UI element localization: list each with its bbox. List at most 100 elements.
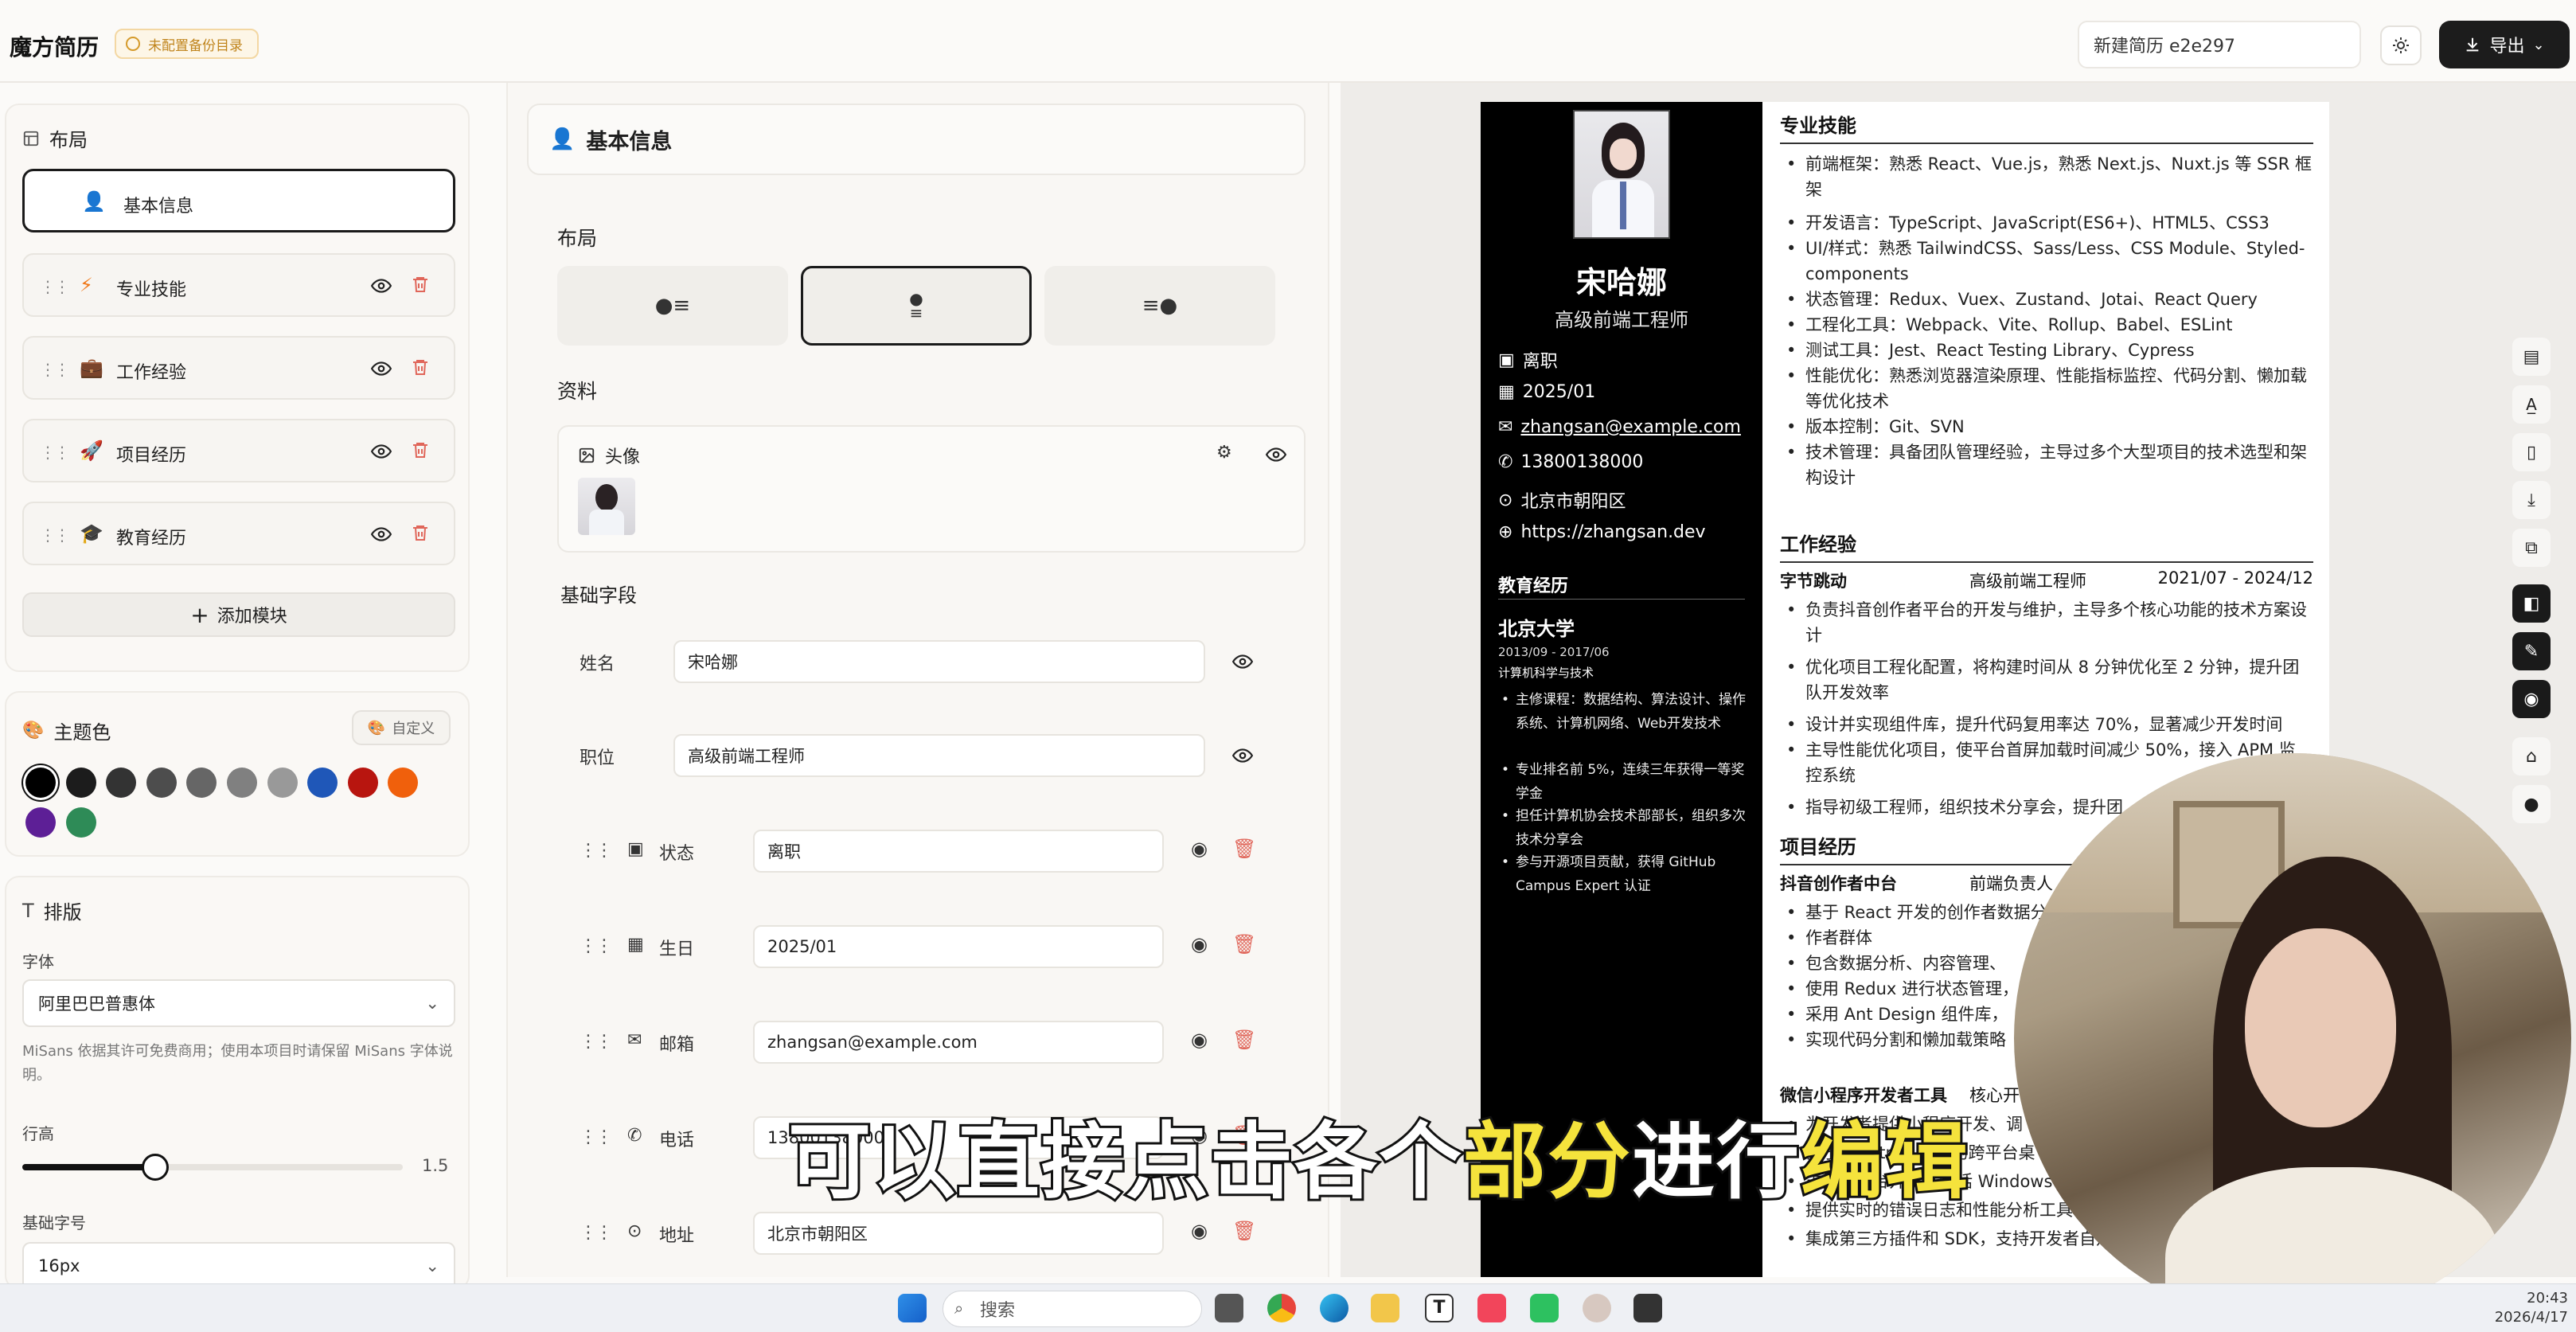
extra-field-input[interactable]: zhangsan@example.com — [753, 1021, 1164, 1064]
eye-icon[interactable]: ◉ — [1191, 1220, 1208, 1242]
color-swatch[interactable] — [146, 768, 177, 798]
layout-option-center[interactable]: ● ≡ — [801, 266, 1032, 346]
trash-icon[interactable] — [411, 439, 430, 460]
terminal-icon[interactable] — [1633, 1294, 1662, 1322]
export-button[interactable]: 导出 ⌄ — [2439, 21, 2570, 68]
wechat-icon[interactable] — [1530, 1294, 1559, 1322]
bullet-item[interactable]: 参与开源项目贡献，获得 GitHub Campus Expert 认证 — [1501, 850, 1754, 898]
resume-email[interactable]: ✉ zhangsan@example.com — [1498, 417, 1741, 437]
eye-icon[interactable] — [371, 275, 392, 296]
resume-photo[interactable] — [1573, 110, 1670, 239]
adjust-icon[interactable]: ⚙ — [1216, 443, 1232, 463]
resume-edu-title[interactable]: 教育经历 — [1498, 572, 1568, 597]
module-item-education[interactable]: ⋮⋮ 🎓 教育经历 — [22, 502, 455, 565]
start-windows-icon[interactable] — [898, 1294, 927, 1322]
color-swatch[interactable] — [65, 768, 96, 798]
extra-field-input[interactable]: 2025/01 — [753, 925, 1164, 968]
layout-option-left[interactable]: ●≡ — [557, 266, 788, 346]
bullet-item[interactable]: 担任计算机协会技术部部长，组织多次技术分享会 — [1501, 804, 1754, 852]
eye-icon[interactable]: ◉ — [1191, 1029, 1208, 1051]
trash-icon[interactable]: 🗑 — [1232, 838, 1256, 860]
bullet-item[interactable]: 优化项目工程化配置，将构建时间从 8 分钟优化至 2 分钟，提升团队开发效率 — [1786, 654, 2312, 705]
bullet-item[interactable]: 开发语言：TypeScript、JavaScript(ES6+)、HTML5、C… — [1786, 210, 2312, 236]
bullet-item[interactable]: 状态管理：Redux、Vuex、Zustand、Jotai、React Quer… — [1786, 287, 2312, 312]
name-input[interactable]: 宋哈娜 — [673, 640, 1205, 683]
toolbar-document-button[interactable]: ▯ — [2512, 433, 2551, 471]
resume-status[interactable]: ▣ 离职 — [1498, 347, 1558, 373]
drag-handle-icon[interactable]: ⋮⋮ — [40, 443, 70, 462]
trash-icon[interactable] — [411, 522, 430, 543]
color-swatch[interactable] — [307, 768, 338, 798]
backup-warning-badge[interactable]: 未配置备份目录 — [115, 29, 259, 59]
taskbar-clock[interactable]: 20:43 2026/4/17 — [2485, 1289, 2568, 1327]
bullet-item[interactable]: 主修课程：数据结构、算法设计、操作系统、计算机网络、Web开发技术 — [1501, 688, 1754, 736]
bullet-item[interactable]: 性能优化：熟悉浏览器渲染原理、性能指标监控、代码分割、懒加载等优化技术 — [1786, 363, 2312, 414]
trash-icon[interactable]: 🗑 — [1232, 1220, 1256, 1242]
task-view-icon[interactable] — [1215, 1294, 1243, 1322]
drag-handle-icon[interactable]: ⋮⋮ — [40, 525, 70, 545]
module-item-projects[interactable]: ⋮⋮ 🚀 项目经历 — [22, 419, 455, 482]
eye-icon[interactable]: ◉ — [1191, 933, 1208, 955]
drag-handle-icon[interactable]: ⋮⋮ — [580, 1127, 613, 1147]
resume-work-title[interactable]: 工作经验 — [1780, 529, 2313, 563]
color-swatch[interactable] — [106, 768, 137, 798]
resume-address[interactable]: ⊙ 北京市朝阳区 — [1498, 487, 1626, 513]
line-height-slider[interactable] — [22, 1154, 403, 1181]
eye-icon[interactable] — [1232, 745, 1253, 766]
trash-icon[interactable] — [411, 274, 430, 295]
job-input[interactable]: 高级前端工程师 — [673, 734, 1205, 777]
eye-icon[interactable] — [371, 358, 392, 379]
bullet-item[interactable]: 负责抖音创作者平台的开发与维护，主导多个核心功能的技术方案设计 — [1786, 597, 2312, 648]
extra-field-input[interactable]: 离职 — [753, 830, 1164, 873]
toolbar-edit-button[interactable]: ✎ — [2512, 632, 2551, 670]
color-swatch[interactable] — [25, 807, 56, 838]
bullet-item[interactable]: 测试工具：Jest、React Testing Library、Cypress — [1786, 338, 2312, 363]
resume-job-title[interactable]: 高级前端工程师 — [1481, 304, 1762, 332]
color-swatch[interactable] — [186, 768, 217, 798]
color-swatch[interactable] — [388, 768, 419, 798]
bullet-item[interactable]: 技术管理：具备团队管理经验，主导过多个大型项目的技术选型和架构设计 — [1786, 439, 2312, 490]
eye-icon[interactable]: ◉ — [1191, 838, 1208, 860]
eye-icon[interactable] — [1266, 444, 1286, 465]
drag-handle-icon[interactable]: ⋮⋮ — [580, 1032, 613, 1052]
eye-icon[interactable] — [371, 441, 392, 462]
resume-website[interactable]: ⊕ https://zhangsan.dev — [1498, 522, 1706, 542]
color-swatch[interactable] — [65, 807, 96, 838]
extra-field-input[interactable]: 北京市朝阳区 — [753, 1212, 1164, 1255]
base-size-select[interactable]: 16px ⌄ — [22, 1242, 455, 1288]
toolbar-panel-button[interactable]: ◧ — [2512, 584, 2551, 623]
color-swatch[interactable] — [267, 768, 298, 798]
drag-handle-icon[interactable]: ⋮⋮ — [580, 841, 613, 861]
avatar-app-icon[interactable] — [1583, 1294, 1611, 1322]
module-item-skills[interactable]: ⋮⋮ ⚡ 专业技能 — [22, 253, 455, 317]
drag-handle-icon[interactable]: ⋮⋮ — [580, 936, 613, 956]
color-swatch[interactable] — [227, 768, 257, 798]
avatar-thumbnail[interactable] — [578, 478, 635, 535]
resume-birthday[interactable]: ▦ 2025/01 — [1498, 382, 1595, 402]
color-swatch[interactable] — [347, 768, 378, 798]
typora-icon[interactable]: T — [1425, 1294, 1454, 1322]
slider-thumb[interactable] — [142, 1154, 170, 1181]
color-swatch[interactable] — [25, 768, 56, 798]
chrome-icon[interactable] — [1267, 1294, 1296, 1322]
layout-option-right[interactable]: ≡● — [1044, 266, 1275, 346]
trash-icon[interactable]: 🗑 — [1232, 933, 1256, 955]
bullet-item[interactable]: 专业排名前 5%，连续三年获得一等奖学金 — [1501, 758, 1754, 806]
theme-toggle-button[interactable] — [2380, 25, 2422, 65]
bullet-item[interactable]: UI/样式：熟悉 TailwindCSS、Sass/Less、CSS Modul… — [1786, 236, 2312, 287]
custom-color-button[interactable]: 🎨 自定义 — [352, 710, 451, 745]
file-explorer-icon[interactable] — [1371, 1294, 1399, 1322]
toolbar-download-button[interactable]: ⤓ — [2512, 481, 2551, 519]
drag-handle-icon[interactable]: ⋮⋮ — [40, 277, 70, 296]
resume-school[interactable]: 北京大学 — [1498, 613, 1575, 641]
taskbar-search[interactable]: ⌕ 搜索 — [943, 1291, 1202, 1327]
bullet-item[interactable]: 前端框架：熟悉 React、Vue.js，熟悉 Next.js、Nuxt.js … — [1786, 151, 2312, 202]
toolbar-copy-button[interactable]: ⧉ — [2512, 529, 2551, 567]
font-select[interactable]: 阿里巴巴普惠体 ⌄ — [22, 979, 455, 1027]
eye-icon[interactable] — [1232, 651, 1253, 672]
bullet-item[interactable]: 工程化工具：Webpack、Vite、Rollup、Babel、ESLint — [1786, 312, 2312, 338]
toolbar-text-button[interactable]: A̲ — [2512, 385, 2551, 424]
resume-name-input[interactable]: 新建简历 e2e297 — [2078, 21, 2361, 68]
resume-name[interactable]: 宋哈娜 — [1481, 258, 1762, 302]
music-icon[interactable] — [1477, 1294, 1506, 1322]
